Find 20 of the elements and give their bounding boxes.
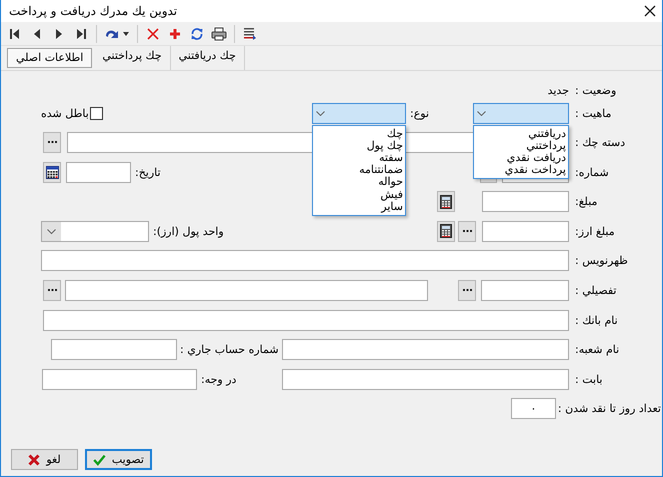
field-label: نام شعبه: xyxy=(575,343,620,356)
field-label: تاريخ: xyxy=(135,166,162,179)
field-label: نام بانك : xyxy=(575,314,619,327)
field-label: شماره: xyxy=(575,166,610,179)
field-label: دسته چك : xyxy=(575,136,626,150)
field-label: ظهرنويس : xyxy=(575,254,629,268)
field-label: نوع: xyxy=(410,106,430,120)
field-label: ماهيت : xyxy=(575,106,612,120)
status-value: جديد xyxy=(546,84,569,96)
checkbox-label: باطل شده xyxy=(41,106,89,120)
field-label: مبلغ ارز: xyxy=(575,224,616,238)
field-label: تعداد روز تا نقد شدن : xyxy=(559,402,661,416)
window-title: تدوين يك مدرك دريافت و پرداخت xyxy=(9,4,178,18)
field-label: بابت : xyxy=(575,372,604,386)
field-label: تفصيلي : xyxy=(575,284,618,298)
field-label: شماره حساب جاري : xyxy=(180,343,280,356)
field-label: مبلغ: xyxy=(575,195,598,208)
field-label: وضعيت : xyxy=(575,84,618,96)
field-label: در وجه: xyxy=(201,372,238,386)
field-label: واحد پول (ارز): xyxy=(153,224,225,238)
